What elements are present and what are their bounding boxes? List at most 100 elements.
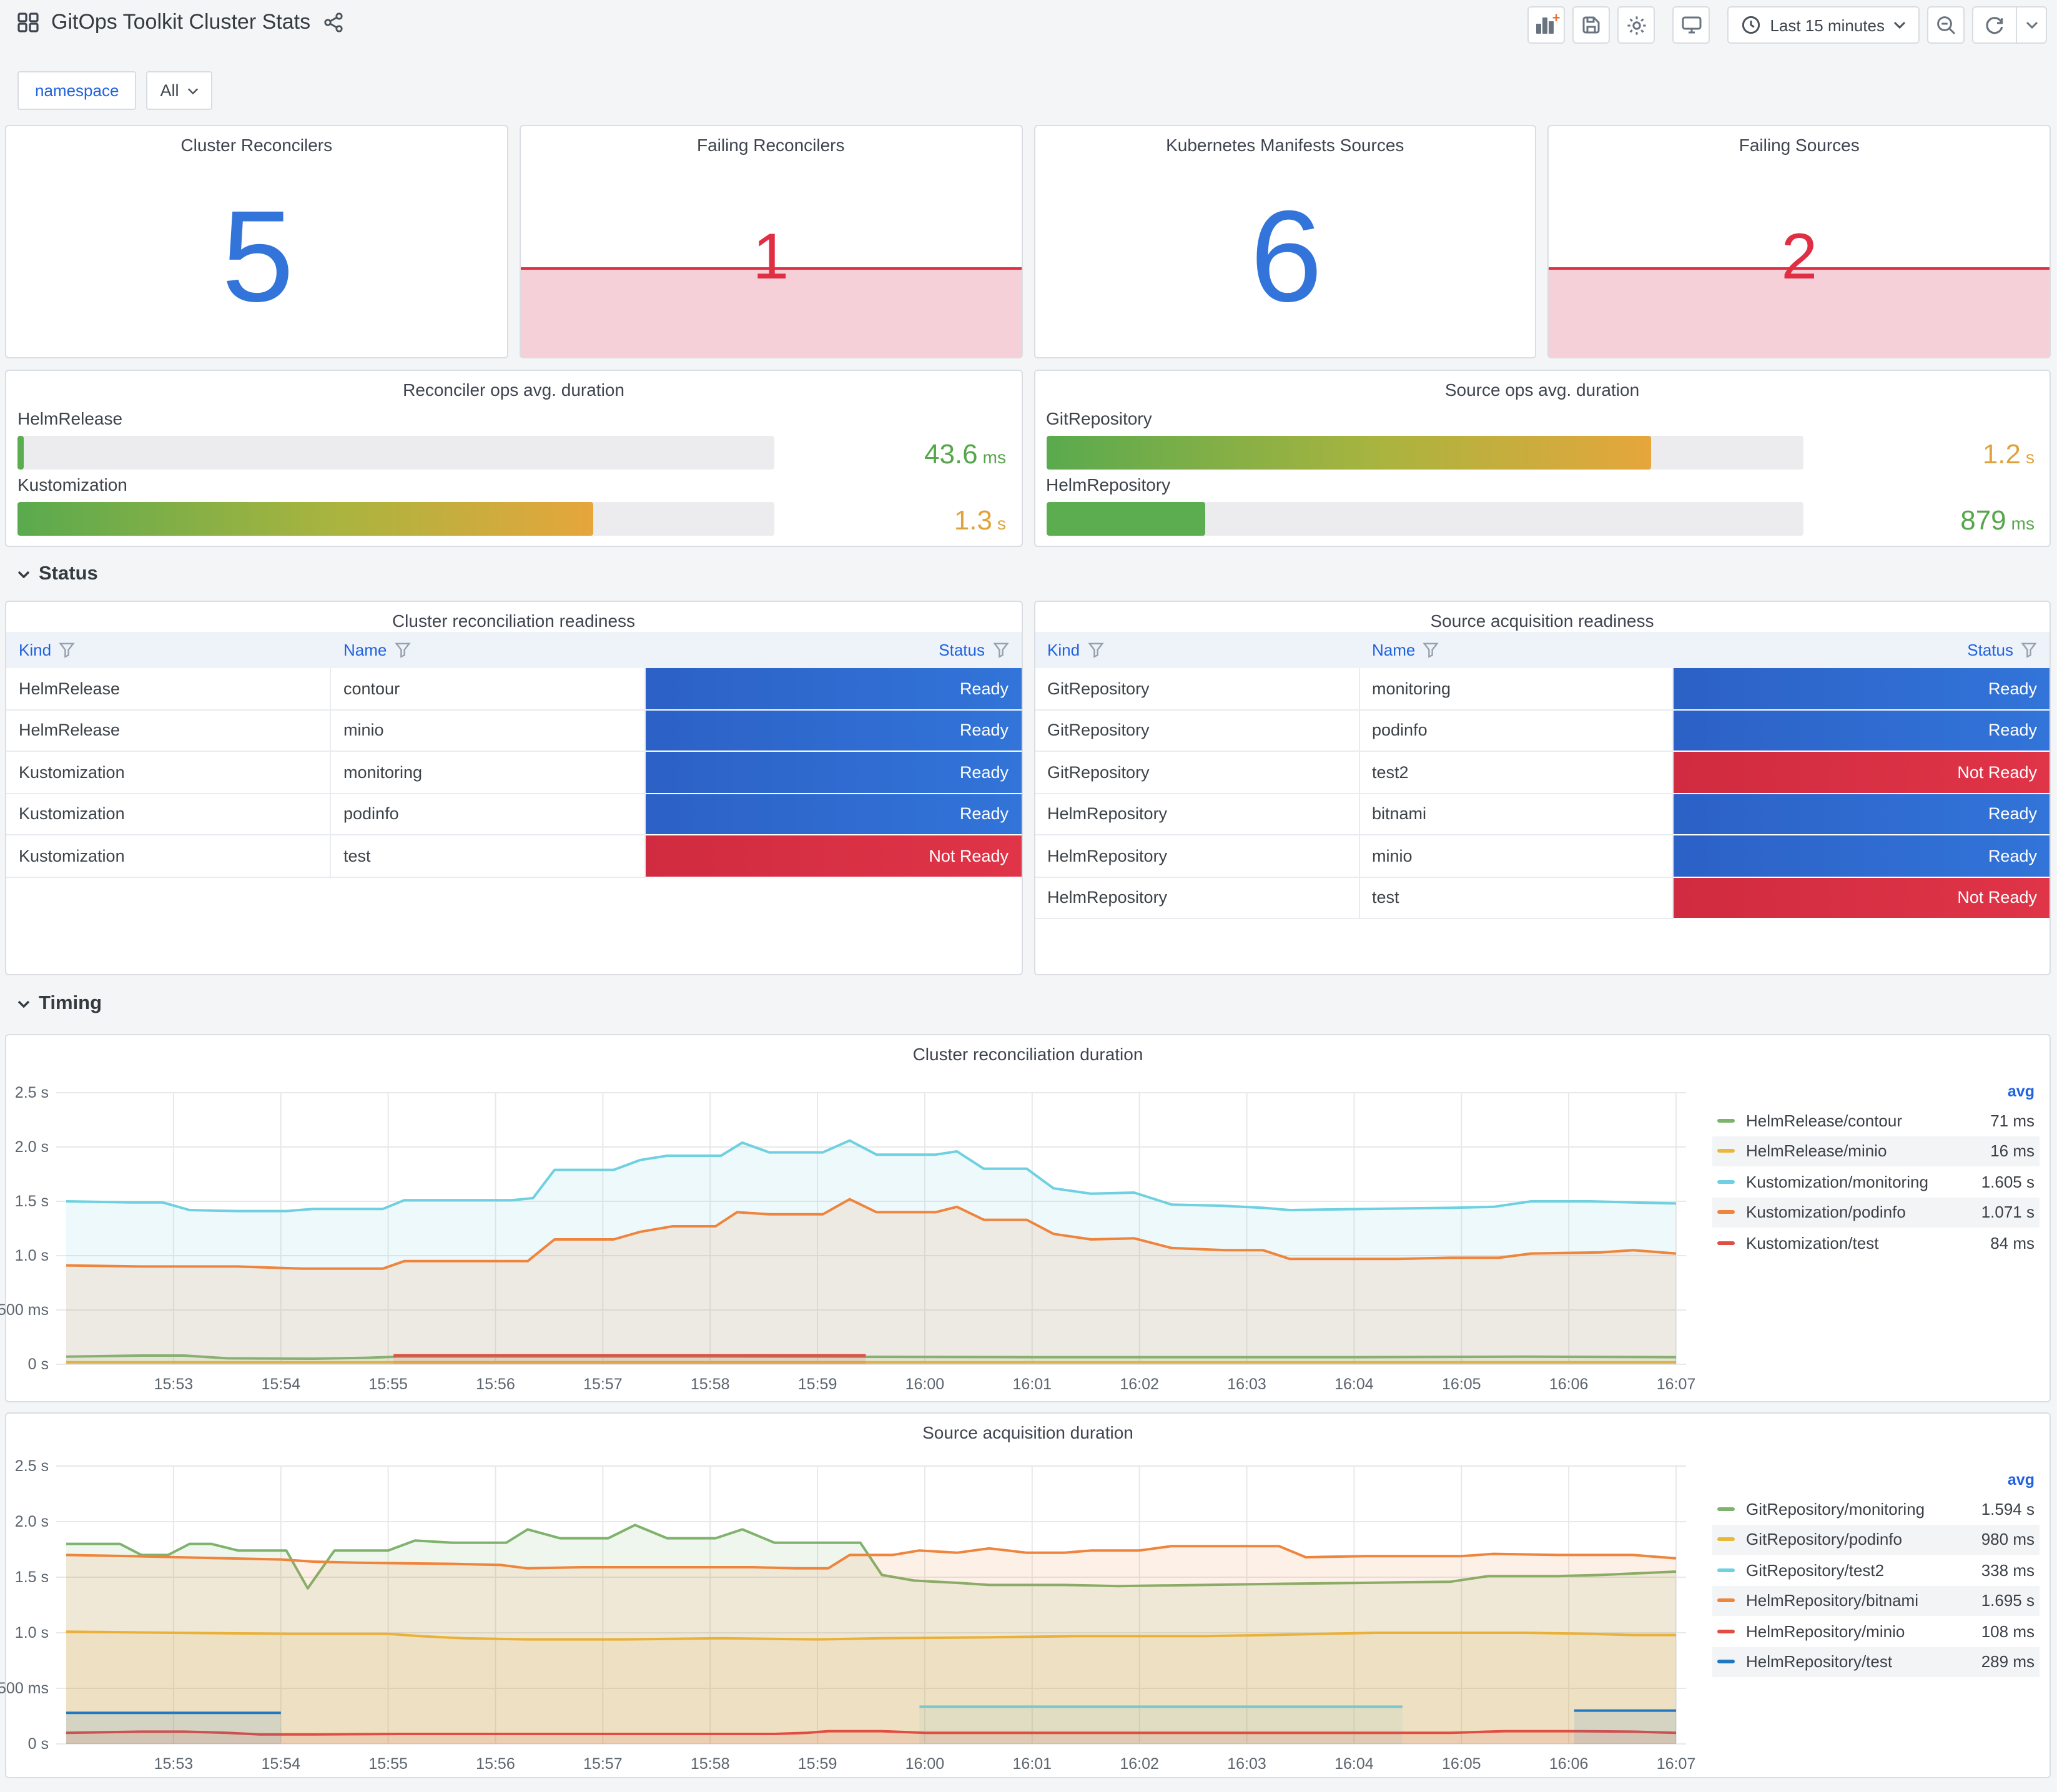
chevron-down-icon: [17, 1000, 30, 1008]
chart-plot-area[interactable]: 0 s 500 ms 1.0 s 1.5 s 2.0 s 2.5 s 15:53 15:54 1…: [0, 1083, 1702, 1402]
series-color-swatch: [1717, 1507, 1735, 1511]
refresh-interval-caret-icon: [2025, 21, 2038, 29]
series-avg-value: 289 ms: [1981, 1652, 2035, 1671]
filter-icon[interactable]: [59, 642, 75, 658]
filter-icon[interactable]: [394, 642, 411, 658]
section-header-timing[interactable]: Timing: [17, 989, 102, 1019]
legend-item[interactable]: GitRepository/test2 338 ms: [1712, 1555, 2040, 1585]
cell-kind: HelmRepository: [1035, 877, 1359, 919]
panel-title: Kubernetes Manifests Sources: [1166, 135, 1404, 155]
cell-kind: HelmRepository: [1035, 835, 1359, 877]
stat-value: 5: [221, 184, 294, 329]
x-axis-tick-label: 16:02: [1120, 1376, 1159, 1393]
status-badge: Not Ready: [1674, 877, 2050, 918]
x-axis-tick-label: 16:04: [1334, 1376, 1374, 1393]
table-row: GitRepository podinfo Ready: [1035, 710, 2050, 752]
chart-panel-cluster-reconciliation-duration: Cluster reconciliation duration avg HelmR…: [0, 1034, 2051, 1402]
section-title: Timing: [39, 993, 102, 1014]
panel-title: Source acquisition readiness: [1430, 611, 1654, 631]
x-axis-tick-label: 16:07: [1657, 1376, 1696, 1393]
legend-item[interactable]: Kustomization/test 84 ms: [1712, 1228, 2040, 1258]
table-row: GitRepository test2 Not Ready: [1035, 752, 2050, 794]
column-header-status[interactable]: Status: [646, 632, 1021, 668]
refresh-button[interactable]: [1973, 7, 2016, 42]
series-color-swatch: [1717, 1241, 1735, 1245]
series-color-swatch: [1717, 1179, 1735, 1184]
variable-label-namespace[interactable]: namespace: [17, 71, 137, 110]
variable-value-dropdown[interactable]: All: [146, 71, 213, 110]
x-axis-tick-label: 15:58: [691, 1376, 730, 1393]
filter-icon[interactable]: [1423, 642, 1439, 658]
legend-avg-header[interactable]: avg: [1712, 1083, 2040, 1105]
series-name: HelmRepository/test: [1746, 1652, 1893, 1671]
column-header-kind[interactable]: Kind: [6, 632, 331, 668]
gauge-panel-source-ops: Source ops avg. duration GitRepository 1…: [1033, 370, 2051, 547]
x-axis-tick-label: 15:54: [261, 1755, 300, 1773]
y-axis-tick-label: 1.0 s: [15, 1624, 49, 1642]
filter-icon[interactable]: [992, 642, 1009, 658]
series-name: HelmRepository/minio: [1746, 1622, 1905, 1641]
gauge-panel-reconciler-ops: Reconciler ops avg. duration HelmRelease…: [5, 370, 1022, 547]
legend-item[interactable]: HelmRepository/minio 108 ms: [1712, 1616, 2040, 1647]
filter-icon[interactable]: [1087, 642, 1103, 658]
table-row: HelmRepository minio Ready: [1035, 835, 2050, 877]
cell-name: test: [331, 835, 646, 877]
legend-item[interactable]: HelmRepository/bitnami 1.695 s: [1712, 1585, 2040, 1616]
series-avg-value: 1.605 s: [1981, 1172, 2035, 1191]
readiness-table: Kind Name Status HelmRelease contour Ready Hel…: [6, 632, 1021, 877]
dashboard-settings-button[interactable]: [1617, 6, 1655, 44]
cell-name: minio: [331, 710, 646, 752]
series-avg-value: 980 ms: [1981, 1530, 2035, 1549]
legend-item[interactable]: HelmRelease/contour 71 ms: [1712, 1105, 2040, 1136]
cell-status: Ready: [1674, 668, 2050, 710]
legend-item[interactable]: Kustomization/monitoring 1.605 s: [1712, 1166, 2040, 1197]
legend-item[interactable]: HelmRepository/test 289 ms: [1712, 1647, 2040, 1677]
share-icon[interactable]: [323, 12, 344, 32]
stat-panel-cluster-reconcilers: Cluster Reconcilers 5: [5, 125, 508, 358]
save-dashboard-button[interactable]: [1572, 6, 1611, 44]
legend-item[interactable]: Kustomization/podinfo 1.071 s: [1712, 1197, 2040, 1228]
chart-panel-source-acquisition-duration: Source acquisition duration avg GitReposi…: [0, 1412, 2051, 1781]
table-row: Kustomization monitoring Ready: [6, 752, 1021, 794]
cell-kind: Kustomization: [6, 835, 331, 877]
series-name: HelmRepository/bitnami: [1746, 1591, 1918, 1610]
readiness-table: Kind Name Status GitRepository monitoring Rea…: [1035, 632, 2050, 919]
column-header-name[interactable]: Name: [331, 632, 646, 668]
add-panel-button[interactable]: +: [1527, 6, 1566, 44]
status-badge: Ready: [645, 668, 1021, 709]
refresh-interval-button[interactable]: [2016, 7, 2046, 42]
series-avg-value: 1.695 s: [1981, 1591, 2035, 1610]
legend-item[interactable]: HelmRelease/minio 16 ms: [1712, 1136, 2040, 1166]
cell-status: Ready: [1674, 710, 2050, 752]
dashboard-grid-icon[interactable]: [17, 12, 39, 32]
panel-title: Cluster reconciliation readiness: [392, 611, 636, 631]
gauge-label: HelmRelease: [17, 408, 123, 428]
cell-status: Ready: [645, 668, 1021, 710]
column-header-status[interactable]: Status: [1674, 632, 2050, 668]
gauge-value: 1.3 s: [954, 505, 1006, 536]
filter-icon[interactable]: [2021, 642, 2037, 658]
cell-name: test: [1359, 877, 1674, 919]
x-axis-tick-label: 16:01: [1013, 1376, 1052, 1393]
cycle-view-mode-button[interactable]: [1672, 6, 1710, 44]
y-axis-tick-label: 2.0 s: [15, 1138, 49, 1156]
x-axis-tick-label: 16:00: [905, 1755, 945, 1773]
chart-plot-area[interactable]: 0 s 500 ms 1.0 s 1.5 s 2.0 s 2.5 s 15:53 15:54 1…: [0, 1454, 1702, 1781]
section-header-status[interactable]: Status: [17, 559, 98, 589]
legend-avg-header[interactable]: avg: [1712, 1471, 2040, 1494]
column-header-name[interactable]: Name: [1359, 632, 1674, 668]
chevron-down-icon: [188, 87, 199, 94]
zoom-out-button[interactable]: [1927, 6, 1965, 44]
x-axis-tick-label: 15:55: [368, 1755, 408, 1773]
time-range-picker[interactable]: Last 15 minutes: [1727, 6, 1920, 44]
series-color-swatch: [1717, 1537, 1735, 1542]
series-area: [66, 1546, 1676, 1744]
legend-item[interactable]: GitRepository/podinfo 980 ms: [1712, 1524, 2040, 1555]
legend-item[interactable]: GitRepository/monitoring 1.594 s: [1712, 1494, 2040, 1524]
series-area: [66, 1713, 281, 1744]
series-avg-value: 108 ms: [1981, 1622, 2035, 1641]
cell-status: Ready: [645, 710, 1021, 752]
cell-name: podinfo: [331, 794, 646, 835]
column-header-kind[interactable]: Kind: [1035, 632, 1359, 668]
cell-status: Not Ready: [1674, 752, 2050, 794]
